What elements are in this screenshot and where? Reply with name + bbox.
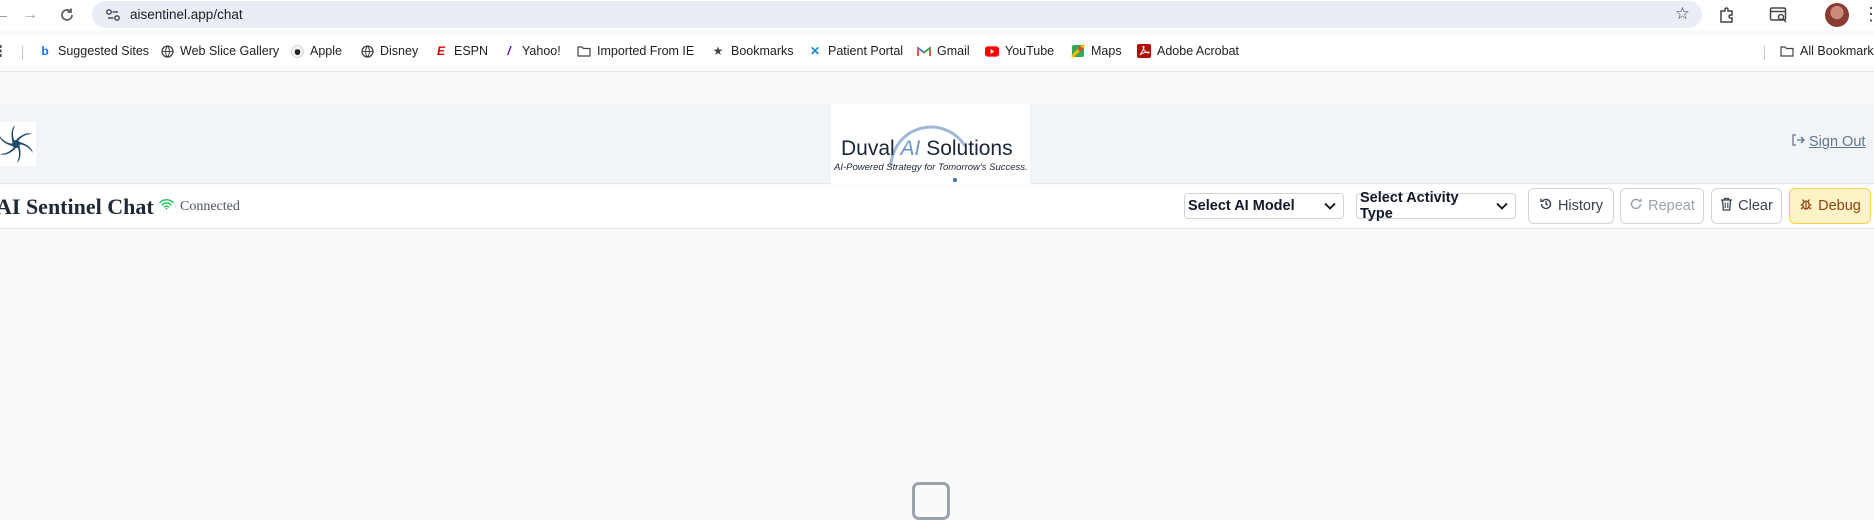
- bookmarks-bar: b Suggested Sites Web Slice Gallery Appl…: [0, 36, 1874, 66]
- bookmark-label: YouTube: [1005, 44, 1055, 58]
- brand-dot: [953, 178, 957, 182]
- bookmark-label: Web Slice Gallery: [180, 44, 280, 58]
- bookmark-yahoo[interactable]: / Yahoo!: [502, 42, 561, 60]
- history-button-label: History: [1557, 198, 1604, 214]
- bookmark-suggested-sites[interactable]: b Suggested Sites: [38, 42, 149, 60]
- chevron-down-icon: [1324, 202, 1336, 210]
- clear-button[interactable]: Clear: [1711, 188, 1782, 224]
- brand-name-part: Solutions: [920, 137, 1013, 160]
- folder-icon: [1780, 44, 1794, 58]
- bookmark-folder-imported[interactable]: Imported From IE: [577, 42, 694, 60]
- sign-out-link[interactable]: Sign Out: [1791, 133, 1865, 151]
- bookmark-label: Patient Portal: [828, 44, 904, 58]
- bookmark-apple[interactable]: Apple: [290, 42, 342, 60]
- site-settings-icon[interactable]: [104, 6, 122, 24]
- bookmark-label: Gmail: [937, 44, 970, 58]
- ai-model-select[interactable]: Select AI Model: [1184, 193, 1344, 219]
- bookmark-maps[interactable]: Maps: [1071, 42, 1122, 60]
- brand-tagline: AI-Powered Strategy for Tomorrow's Succe…: [834, 162, 1028, 173]
- address-bar[interactable]: aisentinel.app/chat ☆: [92, 1, 1702, 28]
- bookmark-disney[interactable]: Disney: [360, 42, 418, 60]
- bookmark-adobe-acrobat[interactable]: Adobe Acrobat: [1137, 42, 1239, 60]
- bookmark-folder-bookmarks[interactable]: ★ Bookmarks: [711, 42, 794, 60]
- connection-status: Connected: [159, 198, 240, 215]
- history-button[interactable]: History: [1528, 188, 1614, 224]
- bookmark-web-slice-gallery[interactable]: Web Slice Gallery: [160, 42, 279, 60]
- apple-icon: [290, 44, 304, 58]
- brand-name: Duval AI Solutions: [841, 137, 1013, 161]
- bookmark-label: ESPN: [454, 44, 489, 58]
- folder-icon: [577, 44, 591, 58]
- bookmark-star-icon[interactable]: ☆: [1675, 4, 1690, 24]
- url-text[interactable]: aisentinel.app/chat: [130, 7, 243, 22]
- browser-toolbar: ← → aisentinel.app/chat ☆ ⋮: [0, 0, 1874, 30]
- debug-button-label: Debug: [1818, 198, 1861, 214]
- all-bookmarks-folder[interactable]: All Bookmarks: [1780, 42, 1874, 60]
- browser-divider: [0, 71, 1874, 72]
- bookmark-youtube[interactable]: YouTube: [985, 42, 1054, 60]
- bookmark-label: Suggested Sites: [58, 44, 150, 58]
- menu-kebab-icon[interactable]: ⋮: [1862, 4, 1874, 25]
- youtube-icon: [985, 44, 999, 58]
- bookmark-espn[interactable]: E ESPN: [434, 42, 488, 60]
- reload-icon[interactable]: [55, 3, 79, 27]
- bookmark-patient-portal[interactable]: ✕ Patient Portal: [808, 42, 903, 60]
- history-icon: [1539, 197, 1553, 215]
- bookmark-label: Disney: [380, 44, 419, 58]
- x-logo-icon: ✕: [809, 44, 821, 58]
- brand-name-ai: AI: [900, 137, 921, 160]
- repeat-button-label: Repeat: [1648, 198, 1695, 214]
- forward-icon[interactable]: →: [18, 3, 42, 27]
- sign-out-icon: [1791, 133, 1805, 151]
- back-icon[interactable]: ←: [0, 3, 14, 27]
- trash-icon: [1720, 197, 1733, 215]
- app-header: Duval AI Solutions AI-Powered Strategy f…: [0, 104, 1874, 184]
- chat-toolbar: AI Sentinel Chat Connected Select AI Mod…: [0, 185, 1874, 229]
- bookmark-label: Apple: [310, 44, 342, 58]
- clear-button-label: Clear: [1738, 198, 1773, 214]
- bookmark-label: Maps: [1091, 44, 1122, 58]
- bookmark-label: Bookmarks: [731, 44, 794, 58]
- yahoo-icon: /: [507, 44, 511, 58]
- globe-icon: [360, 44, 374, 58]
- sign-out-label: Sign Out: [1809, 134, 1866, 150]
- star-icon: ★: [712, 44, 724, 58]
- chat-empty-icon: [912, 482, 950, 520]
- brand-logo: Duval AI Solutions AI-Powered Strategy f…: [831, 104, 1030, 184]
- bing-icon: b: [41, 44, 49, 58]
- acrobat-icon: [1137, 44, 1151, 58]
- bookmarks-separator: [22, 46, 23, 60]
- repeat-button[interactable]: Repeat: [1620, 188, 1704, 224]
- app-logo[interactable]: [0, 122, 36, 166]
- tab-search-icon[interactable]: [1768, 4, 1790, 26]
- maps-icon: [1071, 44, 1085, 58]
- activity-type-select-value: Select Activity Type: [1360, 190, 1459, 222]
- ai-model-select-value: Select AI Model: [1188, 198, 1295, 214]
- bookmark-label: Imported From IE: [597, 44, 695, 58]
- brand-name-part: Duval: [841, 137, 901, 160]
- bookmark-gmail[interactable]: Gmail: [917, 42, 970, 60]
- debug-button[interactable]: Debug: [1789, 188, 1871, 224]
- apps-grid-icon[interactable]: [0, 42, 6, 60]
- bookmark-label: All Bookmarks: [1800, 44, 1874, 58]
- chevron-down-icon: [1496, 202, 1508, 210]
- bookmarks-separator: [1764, 46, 1765, 60]
- refresh-icon: [1629, 197, 1643, 215]
- extensions-icon[interactable]: [1716, 4, 1738, 26]
- globe-icon: [160, 44, 174, 58]
- activity-type-select[interactable]: Select Activity Type: [1356, 190, 1516, 222]
- gmail-icon: [917, 44, 931, 58]
- wifi-icon: [159, 198, 174, 215]
- connection-status-label: Connected: [180, 198, 240, 214]
- page-title: AI Sentinel Chat: [0, 194, 154, 219]
- bookmark-label: Adobe Acrobat: [1157, 44, 1240, 58]
- profile-avatar[interactable]: [1825, 3, 1849, 27]
- bookmark-label: Yahoo!: [522, 44, 561, 58]
- espn-icon: E: [436, 44, 445, 58]
- bug-icon: [1799, 197, 1813, 215]
